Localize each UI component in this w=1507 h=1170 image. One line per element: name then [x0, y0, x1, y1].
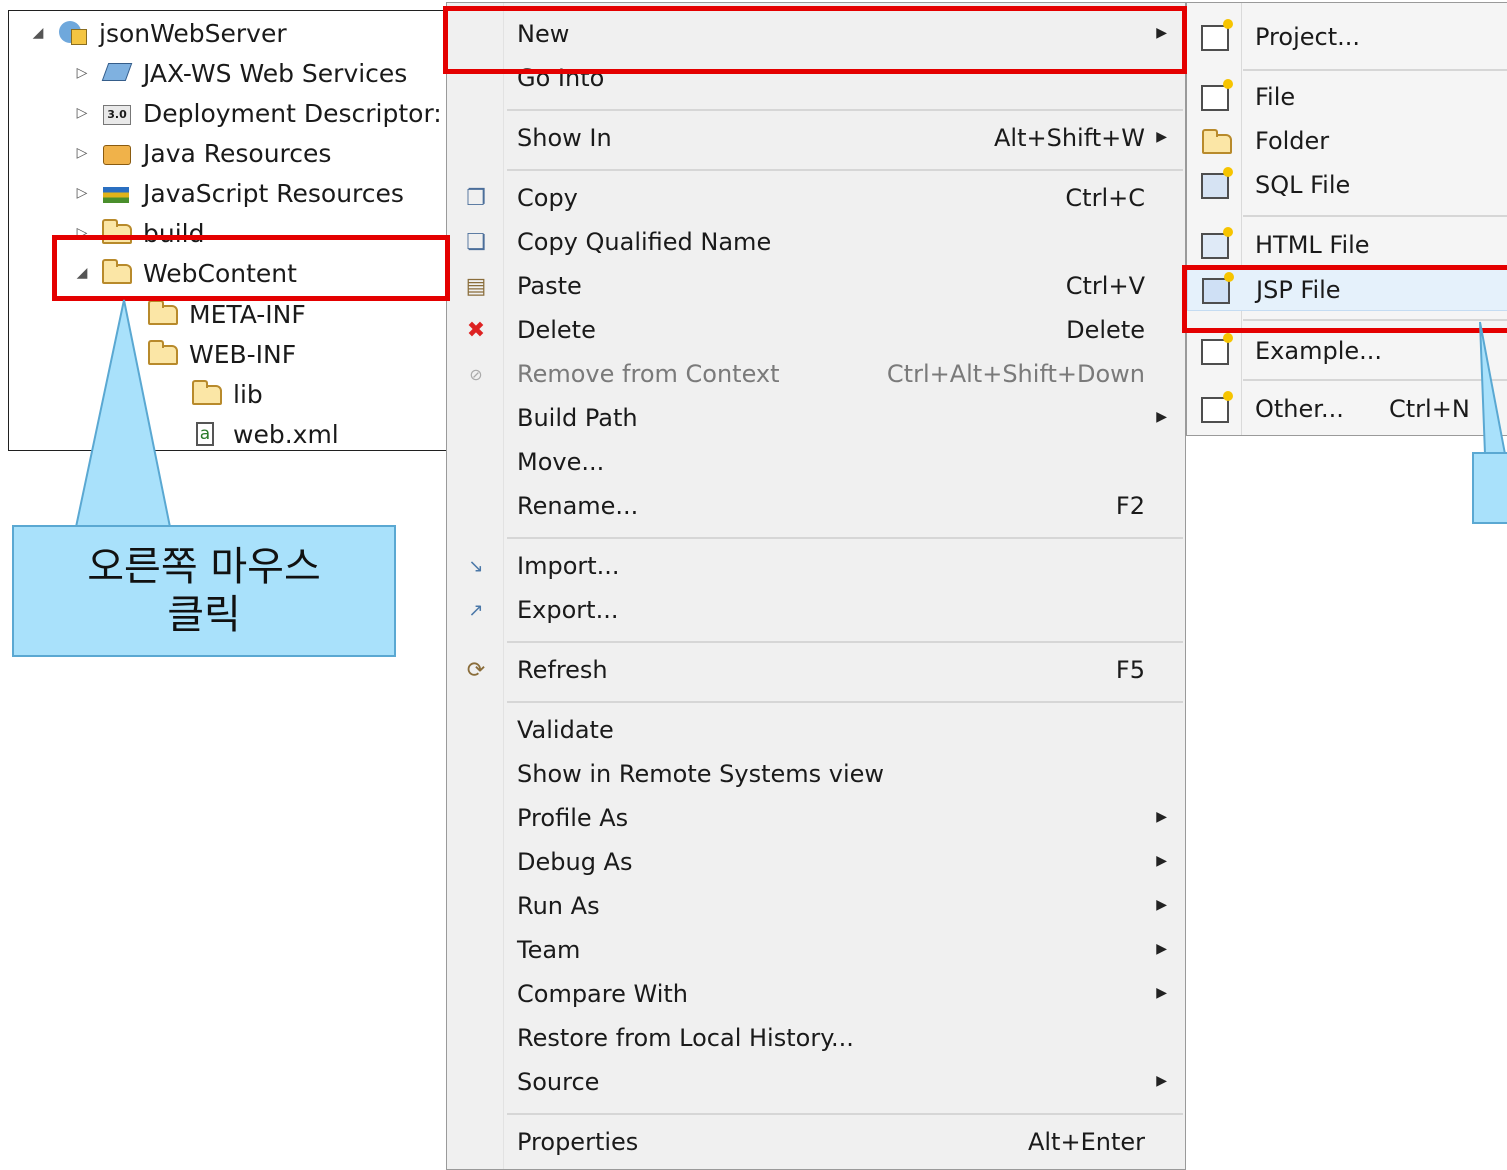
callout-text-line2: 클릭: [167, 592, 241, 638]
callout-pointer-left: [74, 299, 172, 528]
callout-text-line1: 오른쪽 마우스: [87, 544, 321, 590]
callout-pointer-right: [1479, 321, 1507, 455]
callout-jsp-file: [1472, 452, 1507, 524]
callout-right-click: 오른쪽 마우스 클릭: [12, 525, 396, 657]
